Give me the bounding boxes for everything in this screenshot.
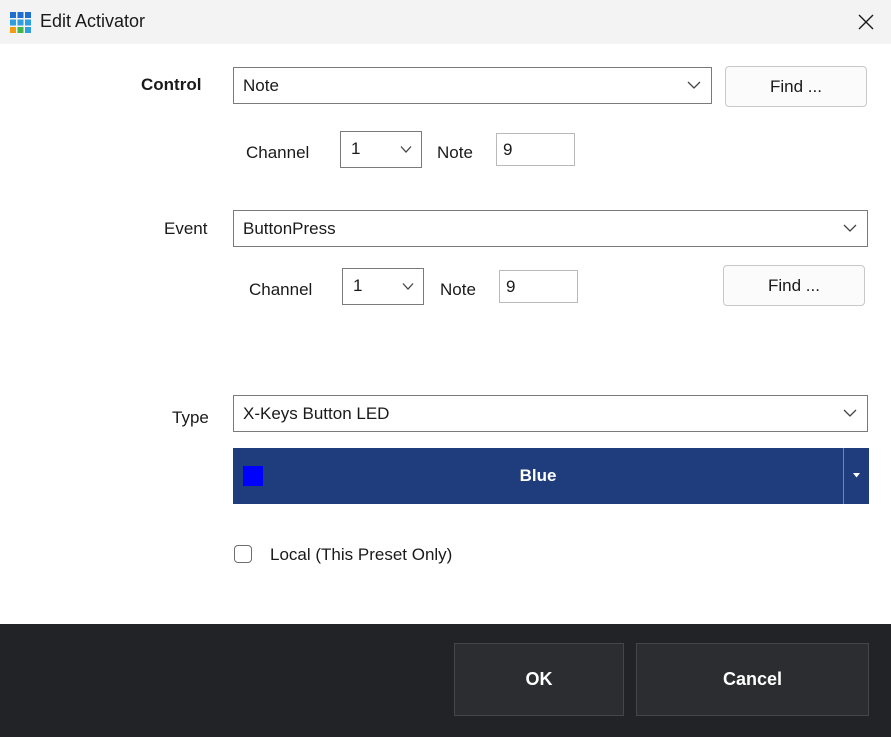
chevron-down-icon xyxy=(843,409,857,417)
event-dropdown[interactable]: ButtonPress xyxy=(233,210,868,247)
type-dropdown[interactable]: X-Keys Button LED xyxy=(233,395,868,432)
control-value: Note xyxy=(243,76,279,95)
chevron-down-icon xyxy=(687,81,701,89)
event-channel-dropdown[interactable]: 1 xyxy=(342,268,424,305)
window-title: Edit Activator xyxy=(40,11,146,31)
control-channel-label: Channel xyxy=(246,143,310,162)
local-checkbox[interactable] xyxy=(234,545,252,563)
control-label: Control xyxy=(141,75,202,94)
control-note-label: Note xyxy=(437,143,473,162)
grid-icon xyxy=(10,12,31,33)
event-channel-value: 1 xyxy=(353,276,363,295)
type-value: X-Keys Button LED xyxy=(243,404,390,423)
chevron-down-icon xyxy=(843,224,857,232)
control-channel-value: 1 xyxy=(351,139,361,158)
cancel-button[interactable]: Cancel xyxy=(636,643,869,716)
event-label: Event xyxy=(164,219,208,238)
chevron-down-icon xyxy=(400,146,412,153)
control-note-input[interactable]: 9 xyxy=(496,133,575,166)
event-note-input[interactable]: 9 xyxy=(499,270,578,303)
ok-button[interactable]: OK xyxy=(454,643,624,716)
type-label: Type xyxy=(172,408,209,427)
event-note-label: Note xyxy=(440,280,476,299)
color-dropdown-button[interactable] xyxy=(843,448,869,504)
local-checkbox-label[interactable]: Local (This Preset Only) xyxy=(270,545,452,565)
control-dropdown[interactable]: Note xyxy=(233,67,712,104)
control-note-value: 9 xyxy=(503,140,513,159)
chevron-down-icon xyxy=(402,283,414,290)
title-bar: Edit Activator xyxy=(0,0,891,44)
control-find-button[interactable]: Find ... xyxy=(725,66,867,107)
event-channel-label: Channel xyxy=(249,280,313,299)
event-value: ButtonPress xyxy=(243,219,336,238)
color-picker[interactable]: Blue xyxy=(233,448,869,504)
event-find-button[interactable]: Find ... xyxy=(723,265,865,306)
close-button[interactable] xyxy=(841,0,891,44)
close-icon xyxy=(858,14,874,30)
event-note-value: 9 xyxy=(506,277,516,296)
control-channel-dropdown[interactable]: 1 xyxy=(340,131,422,168)
color-name: Blue xyxy=(519,466,557,485)
caret-down-icon xyxy=(853,473,860,478)
